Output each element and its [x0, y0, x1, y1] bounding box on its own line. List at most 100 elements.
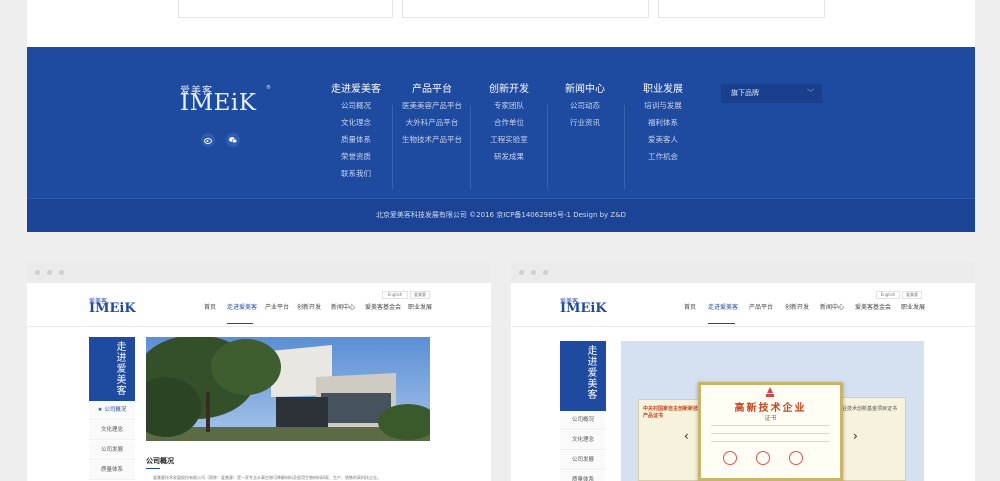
nav-home[interactable]: 首页: [684, 303, 696, 313]
nav-career[interactable]: 职业发展: [901, 303, 925, 313]
footer-link[interactable]: 培训与发展: [625, 97, 701, 114]
side-item-quality[interactable]: 质量体系: [89, 461, 135, 480]
browser-titlebar: [511, 262, 975, 283]
seal-icon: [789, 451, 803, 465]
nav-innovation[interactable]: 创新开发: [297, 303, 321, 313]
copyright-text: 北京爱美客科技发展有限公司 ©2016 京ICP备14062985号-1 Des…: [375, 211, 627, 219]
carousel-prev-icon[interactable]: ‹: [684, 430, 694, 442]
footer-link[interactable]: 大外科产品平台: [394, 114, 470, 131]
brand-select-label: 旗下品牌: [731, 89, 759, 97]
site-footer: 爱美客 IMEiK ® 走进爱美客 公司概况 文化理念 质量体系 荣誉资质 联系…: [27, 47, 975, 232]
window-dot-icon: [543, 270, 548, 275]
footer-link[interactable]: 爱美客人: [625, 131, 701, 148]
top-content-strip: [27, 0, 975, 47]
side-item-development[interactable]: 公司发展: [560, 451, 606, 470]
nav-news[interactable]: 新闻中心: [331, 303, 355, 313]
top-card-3[interactable]: [658, 0, 825, 18]
footer-col-title[interactable]: 产品平台: [394, 83, 470, 97]
weibo-icon[interactable]: [201, 133, 215, 147]
section-title-underline: [146, 468, 160, 469]
footer-col-title[interactable]: 创新开发: [471, 83, 547, 97]
seal-icon: [723, 451, 737, 465]
footer-link[interactable]: 专家团队: [471, 97, 547, 114]
footer-col-title[interactable]: 职业发展: [625, 83, 701, 97]
side-item-culture[interactable]: 文化理念: [560, 431, 606, 450]
footer-logo[interactable]: IMEiK: [180, 90, 256, 116]
cert-line: [711, 433, 830, 434]
footer-link[interactable]: 工程实验室: [471, 131, 547, 148]
footer-link[interactable]: 公司动态: [547, 97, 623, 114]
footer-link[interactable]: 工作机会: [625, 148, 701, 165]
window-dot-icon: [519, 270, 524, 275]
building-photo: [146, 337, 430, 441]
footer-link[interactable]: 文化理念: [318, 114, 394, 131]
wechat-icon[interactable]: [226, 133, 240, 147]
footer-col-career: 职业发展 培训与发展 福利体系 爱美客人 工作机会: [625, 83, 701, 165]
nav-news[interactable]: 新闻中心: [820, 303, 844, 313]
cert-line: [711, 425, 830, 426]
nav-about[interactable]: 走进爱美客: [708, 303, 738, 313]
header-divider: [27, 326, 491, 327]
carousel-next-icon[interactable]: ›: [853, 430, 863, 442]
top-card-1[interactable]: [178, 0, 393, 18]
window-dot-icon: [59, 270, 64, 275]
window-dot-icon: [35, 270, 40, 275]
certificate-right-title: 企业技术创新基金项目证书: [837, 406, 898, 412]
footer-link[interactable]: 医美美容产品平台: [394, 97, 470, 114]
mini-logo[interactable]: IMEiK: [560, 301, 607, 316]
browser-titlebar: [27, 262, 491, 283]
footer-link[interactable]: 联系我们: [318, 165, 394, 182]
footer-link[interactable]: 荣誉资质: [318, 148, 394, 165]
certificate-right: 企业技术创新基金项目证书: [832, 397, 906, 481]
nav-about[interactable]: 走进爱美客: [227, 303, 257, 313]
lang-english-button[interactable]: English: [382, 291, 408, 299]
footer-link[interactable]: 合作单位: [471, 114, 547, 131]
side-item-overview[interactable]: ★ 公司概况: [89, 401, 135, 420]
footer-link[interactable]: 质量体系: [318, 131, 394, 148]
side-menu-header: 走进爱美客: [560, 341, 606, 411]
footer-col-title[interactable]: 走进爱美客: [318, 83, 394, 97]
nav-foundation[interactable]: 爱美客基金会: [855, 303, 891, 313]
emblem-icon: [766, 387, 774, 397]
brand-select-dropdown[interactable]: 旗下品牌 ﹀: [721, 84, 822, 103]
window-dot-icon: [531, 270, 536, 275]
footer-link[interactable]: 生物技术产品平台: [394, 131, 470, 148]
side-menu-header: 走进爱美客: [89, 337, 135, 401]
nav-active-underline: [708, 323, 735, 324]
mini-logo[interactable]: IMEiK: [89, 301, 136, 316]
header-divider: [511, 326, 975, 327]
certificate-main[interactable]: 高新技术企业 证书: [698, 382, 843, 481]
certificate-carousel: 中关村国家自主创新新技术新产品证书 企业技术创新基金项目证书 高新技术企业 证书…: [621, 341, 924, 481]
nav-active-underline: [227, 323, 253, 324]
footer-col-innovation: 创新开发 专家团队 合作单位 工程实验室 研发成果: [471, 83, 547, 165]
nav-platform[interactable]: 产业平台: [265, 303, 289, 313]
side-item-culture[interactable]: 文化理念: [89, 421, 135, 440]
footer-link[interactable]: 公司概况: [318, 97, 394, 114]
preview-browser-left: English 爱美客 爱美客 IMEiK 首页 走进爱美客 产业平台 创新开发…: [27, 262, 491, 481]
nav-foundation[interactable]: 爱美客基金会: [365, 303, 401, 313]
lang-chinese-button[interactable]: 爱美客: [410, 291, 430, 299]
section-title: 公司概况: [146, 457, 174, 465]
certificate-title: 高新技术企业: [734, 403, 807, 414]
footer-link[interactable]: 研发成果: [471, 148, 547, 165]
footer-brand-reg: ®: [266, 85, 271, 91]
footer-bottom-bar: 北京爱美客科技发展有限公司 ©2016 京ICP备14062985号-1 Des…: [27, 198, 975, 232]
nav-career[interactable]: 职业发展: [408, 303, 432, 313]
footer-col-products: 产品平台 医美美容产品平台 大外科产品平台 生物技术产品平台: [394, 83, 470, 148]
footer-link[interactable]: 福利体系: [625, 114, 701, 131]
seal-icon: [756, 451, 770, 465]
nav-platform[interactable]: 产品平台: [749, 303, 773, 313]
footer-col-title[interactable]: 新闻中心: [547, 83, 623, 97]
window-dot-icon: [47, 270, 52, 275]
top-card-2[interactable]: [402, 0, 649, 18]
side-item-development[interactable]: 公司发展: [89, 441, 135, 460]
lang-english-button[interactable]: English: [876, 291, 900, 299]
side-item-overview[interactable]: 公司概况: [560, 411, 606, 430]
lang-chinese-button[interactable]: 爱美客: [902, 291, 922, 299]
nav-home[interactable]: 首页: [204, 303, 216, 313]
side-item-quality[interactable]: 质量体系: [560, 471, 606, 481]
footer-link[interactable]: 行业资讯: [547, 114, 623, 131]
footer-divider: [392, 105, 393, 189]
preview-browser-right: English 爱美客 爱美客 IMEiK 首页 走进爱美客 产品平台 创新开发…: [511, 262, 975, 481]
nav-innovation[interactable]: 创新开发: [785, 303, 809, 313]
